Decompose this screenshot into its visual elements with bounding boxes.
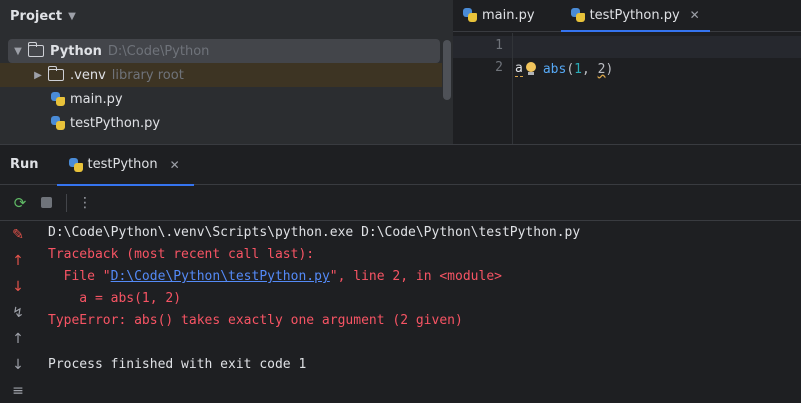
code-comma: , xyxy=(581,61,598,77)
console-command: D:\Code\Python\.venv\Scripts\python.exe … xyxy=(48,225,581,240)
run-header: Run testPython ✕ xyxy=(0,145,801,186)
close-icon[interactable]: ✕ xyxy=(170,158,180,172)
project-panel: Project ▼ ▼ Python D:\Code\Python ▶ .ven… xyxy=(0,0,453,144)
line-gutter: 1 2 xyxy=(453,33,513,144)
run-title: Run xyxy=(10,157,39,172)
tree-item-testpython-py[interactable]: testPython.py xyxy=(0,111,442,135)
python-file-icon xyxy=(570,8,585,22)
rerun-icon[interactable]: ⟳ xyxy=(10,193,30,213)
tab-label: main.py xyxy=(482,7,535,23)
console-code-line: a = abs(1, 2) xyxy=(48,291,182,306)
arrow-down-icon[interactable]: ↓ xyxy=(0,274,36,300)
sort-icon[interactable]: ↯ xyxy=(0,300,36,326)
console-file-prefix: File " xyxy=(48,269,111,284)
run-tab[interactable]: testPython ✕ xyxy=(56,145,194,186)
lightbulb-icon[interactable] xyxy=(525,62,537,76)
editor-tabs: main.py testPython.py ✕ xyxy=(453,0,801,32)
tree-root-path: D:\Code\Python xyxy=(107,43,210,59)
python-file-icon xyxy=(68,157,83,172)
run-toolbar: ⟳ ⋮ xyxy=(0,185,801,221)
console-blank xyxy=(48,332,801,354)
tree-root-name: Python xyxy=(50,43,102,59)
console-file-suffix: ", line 2, in <module> xyxy=(329,269,502,284)
chevron-down-icon[interactable]: ▼ xyxy=(12,46,24,57)
tab-label: testPython.py xyxy=(589,7,680,23)
scroll-down-icon[interactable]: ↓ xyxy=(0,352,36,378)
chevron-down-icon: ▼ xyxy=(68,10,76,22)
arrow-up-icon[interactable]: ↑ xyxy=(0,248,36,274)
folder-icon xyxy=(27,42,44,57)
line-number: 1 xyxy=(495,38,503,53)
console-file-line: File "D:\Code\Python\testPython.py", lin… xyxy=(48,266,801,288)
chevron-right-icon[interactable]: ▶ xyxy=(32,70,44,81)
tree-item-main-py[interactable]: main.py xyxy=(0,87,442,111)
code-function: abs xyxy=(542,61,567,77)
code-paren: ) xyxy=(605,61,614,77)
python-file-icon xyxy=(463,8,477,22)
python-file-icon xyxy=(51,116,65,130)
run-panel: Run testPython ✕ ⟳ ⋮ ✎ ↑ ↓ ↯ ↑ ↓ ≡ D:\Co… xyxy=(0,144,801,403)
console-sidebar: ✎ ↑ ↓ ↯ ↑ ↓ ≡ xyxy=(0,222,36,403)
editor-panel: main.py testPython.py ✕ 1 2 a abs ( 1 , … xyxy=(453,0,801,144)
tab-testpython-py[interactable]: testPython.py ✕ xyxy=(560,0,710,32)
toolbar-divider xyxy=(66,193,67,212)
project-title: Project xyxy=(10,8,63,24)
stop-icon xyxy=(40,197,52,208)
code-number: 1 xyxy=(574,61,582,77)
code-line-2[interactable]: a abs ( 1 , 2 ) xyxy=(515,58,613,80)
line-number: 2 xyxy=(495,60,503,75)
clear-console-icon[interactable]: ✎ xyxy=(0,222,36,248)
soft-wrap-icon[interactable]: ≡ xyxy=(0,378,36,403)
code-variable: a xyxy=(515,61,523,77)
tab-main-py[interactable]: main.py xyxy=(453,0,545,31)
tree-file-label: testPython.py xyxy=(70,115,161,131)
folder-icon xyxy=(47,66,64,81)
tree-venv-name: .venv xyxy=(70,67,106,83)
console-output[interactable]: D:\Code\Python\.venv\Scripts\python.exe … xyxy=(48,222,801,403)
top-area: Project ▼ ▼ Python D:\Code\Python ▶ .ven… xyxy=(0,0,801,144)
console-file-link[interactable]: D:\Code\Python\testPython.py xyxy=(111,269,330,284)
python-file-icon xyxy=(51,92,65,106)
project-scrollbar[interactable] xyxy=(443,40,451,100)
tree-file-label: main.py xyxy=(70,91,123,107)
stop-button[interactable] xyxy=(36,193,56,213)
console-traceback: Traceback (most recent call last): xyxy=(48,247,315,262)
close-icon[interactable]: ✕ xyxy=(690,8,700,22)
tree-venv-note: library root xyxy=(111,67,184,83)
code-paren: ( xyxy=(566,61,575,77)
console-error: TypeError: abs() takes exactly one argum… xyxy=(48,313,463,328)
project-header[interactable]: Project ▼ xyxy=(0,0,453,32)
scroll-up-icon[interactable]: ↑ xyxy=(0,326,36,352)
code-number-warning: 2 xyxy=(597,61,606,77)
tree-item-venv[interactable]: ▶ .venv library root xyxy=(0,63,442,87)
run-tab-label: testPython xyxy=(87,157,158,172)
more-vertical-icon[interactable]: ⋮ xyxy=(75,193,95,213)
console-exit: Process finished with exit code 1 xyxy=(48,357,307,372)
tree-item-root[interactable]: ▼ Python D:\Code\Python xyxy=(8,39,440,63)
